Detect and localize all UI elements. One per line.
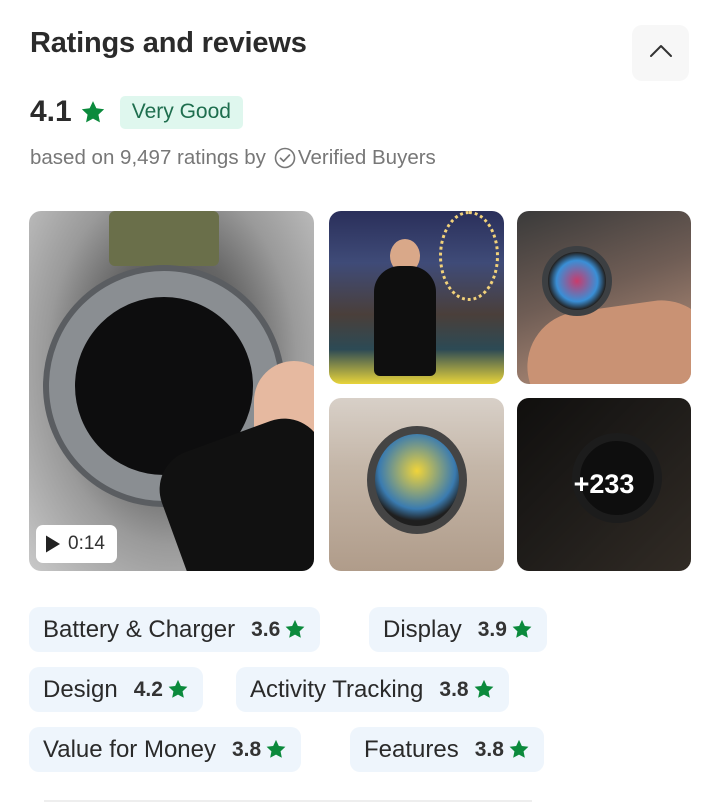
review-photo[interactable] [329,211,504,384]
star-icon [508,739,530,760]
chevron-up-icon [649,44,673,63]
ratings-count-text: based on 9,497 ratings by Verified Buyer… [30,146,436,170]
rating-badge: Very Good [119,95,243,129]
based-on-text: based on 9,497 ratings by [30,146,266,169]
overall-rating: 4.1 [30,95,72,128]
aspect-chip-design[interactable]: Design 4.2 [29,667,203,712]
aspect-score: 4.2 [133,677,163,701]
review-video-thumbnail[interactable] [29,211,314,571]
aspect-chip-features[interactable]: Features 3.8 [350,727,544,772]
star-icon [265,739,287,760]
star-icon [284,619,306,640]
review-photo[interactable] [329,398,504,571]
aspect-label: Display [383,615,462,643]
aspect-chip-battery-charger[interactable]: Battery & Charger 3.6 [29,607,321,652]
aspect-score: 3.8 [474,737,504,761]
aspect-chip-value-for-money[interactable]: Value for Money 3.8 [29,727,302,772]
aspect-score: 3.9 [477,617,507,641]
aspect-score: 3.8 [231,737,262,761]
collapse-button[interactable] [632,25,689,81]
review-photo-more[interactable]: +233 [517,398,691,571]
aspect-chip-display[interactable]: Display 3.9 [369,607,547,652]
review-photo[interactable] [517,211,691,384]
star-icon [80,100,106,125]
aspect-label: Value for Money [43,735,216,763]
aspect-label: Design [43,675,118,703]
aspect-chip-activity-tracking[interactable]: Activity Tracking 3.8 [236,667,509,712]
aspect-score: 3.6 [251,617,281,641]
aspect-score: 3.8 [439,677,469,701]
section-title: Ratings and reviews [30,27,307,59]
verified-check-icon [274,147,296,169]
aspect-label: Features [364,735,459,763]
aspect-label: Activity Tracking [250,675,424,703]
rating-summary: 4.1 Very Good [30,94,243,130]
aspect-label: Battery & Charger [43,615,236,643]
more-photos-count: +233 [573,469,635,499]
play-icon [44,534,62,554]
star-icon [511,619,533,640]
verified-buyers-label: Verified Buyers [297,146,436,169]
star-icon [473,679,495,700]
star-icon [167,679,189,700]
video-duration: 0:14 [68,533,105,554]
video-duration-badge: 0:14 [36,525,117,563]
